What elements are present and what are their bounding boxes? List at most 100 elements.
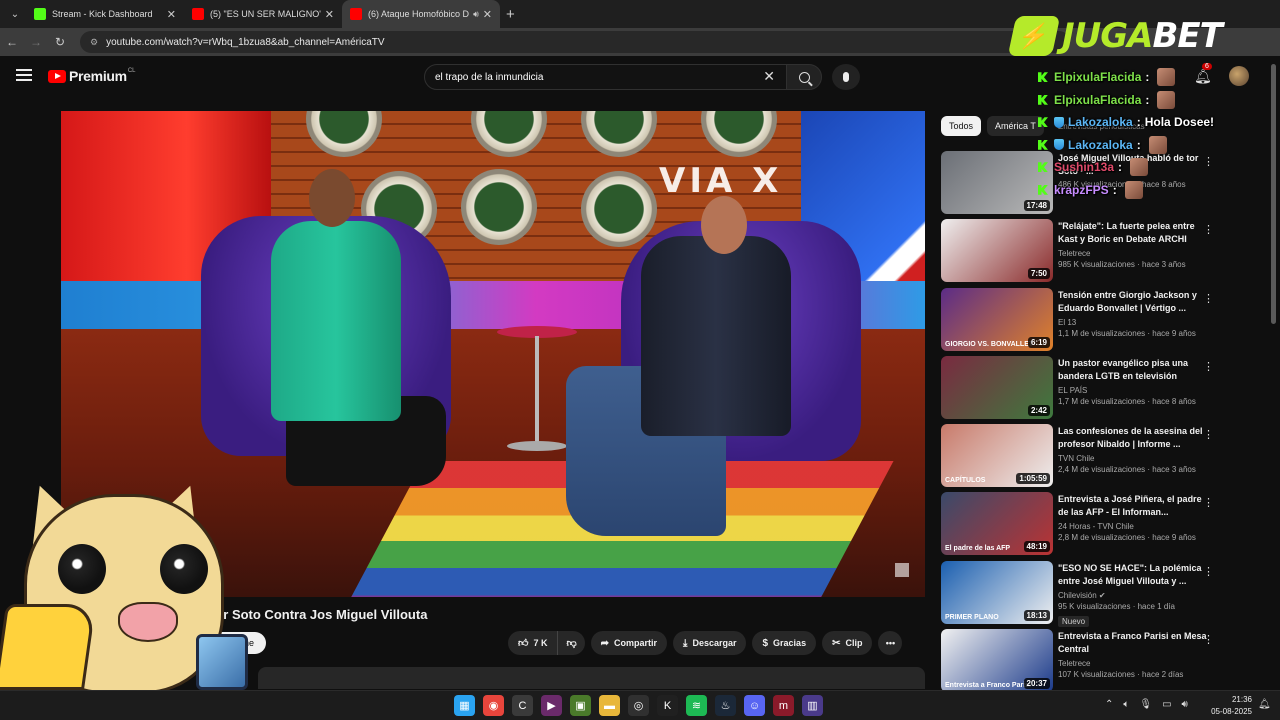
channel-name[interactable]: Teletrece bbox=[1058, 659, 1208, 668]
taskbar-video-editor-icon[interactable]: ▶ bbox=[541, 695, 562, 716]
channel-name[interactable]: TVN Chile bbox=[1058, 454, 1208, 463]
recommended-video[interactable]: El padre de las AFP 48:19 Entrevista a Jos… bbox=[941, 492, 1221, 560]
taskbar-file-explorer-icon[interactable]: ▬ bbox=[599, 695, 620, 716]
tab-close-icon[interactable]: ✕ bbox=[483, 8, 492, 21]
video-options-icon[interactable]: ⋮ bbox=[1203, 633, 1214, 646]
video-thumbnail[interactable]: GIORGIO VS. BONVALLET 6:19 bbox=[941, 287, 1053, 351]
video-options-icon[interactable]: ⋮ bbox=[1203, 360, 1214, 373]
video-thumbnail[interactable]: Entrevista a Franco Parisi 20:37 bbox=[941, 629, 1053, 693]
video-title[interactable]: Tensión entre Giorgio Jackson y Eduardo … bbox=[1058, 289, 1208, 315]
browser-tab[interactable]: (5) "ES UN SER MALIGNO": Vill ✕ bbox=[184, 0, 342, 28]
browser-tab[interactable]: Stream - Kick Dashboard ✕ bbox=[26, 0, 184, 28]
tray-network-icon[interactable]: ▭ bbox=[1162, 699, 1171, 710]
youtube-premium-logo[interactable]: Premium CL bbox=[48, 68, 135, 84]
tab-title: (6) Ataque Homofóbico Del bbox=[368, 9, 470, 19]
video-thumbnail[interactable]: PRIMER PLANO 18:13 bbox=[941, 560, 1053, 624]
reload-icon[interactable]: ↻ bbox=[48, 35, 72, 49]
tray-chevron-icon[interactable]: ⌃ bbox=[1105, 699, 1113, 710]
verified-check-icon: ✔ bbox=[1098, 590, 1106, 600]
clock-time: 21:36 bbox=[1231, 695, 1252, 704]
video-title[interactable]: Entrevista a Franco Parisi en Mesa Centr… bbox=[1058, 630, 1208, 656]
tab-close-icon[interactable]: ✕ bbox=[325, 8, 334, 21]
search-button[interactable] bbox=[786, 64, 822, 90]
clear-search-icon[interactable]: ✕ bbox=[763, 68, 775, 85]
tab-close-icon[interactable]: ✕ bbox=[167, 8, 176, 21]
thanks-button[interactable]: $ Gracias bbox=[752, 631, 817, 655]
site-info-icon[interactable]: ⚙ bbox=[90, 37, 98, 48]
chat-separator: : bbox=[1136, 137, 1141, 152]
channel-name[interactable]: EL PAÍS bbox=[1058, 386, 1208, 395]
new-badge: Nuevo bbox=[1058, 615, 1090, 627]
taskbar-app-purple-icon[interactable]: ▥ bbox=[802, 695, 823, 716]
video-options-icon[interactable]: ⋮ bbox=[1203, 565, 1214, 578]
taskbar-steam-icon[interactable]: ♨ bbox=[715, 695, 736, 716]
taskbar-chrome-icon[interactable]: ◉ bbox=[483, 695, 504, 716]
forward-arrow-icon[interactable]: → bbox=[24, 35, 48, 49]
more-dots-icon: ••• bbox=[885, 638, 896, 648]
tray-audio-icon[interactable]: 🔈︎ bbox=[1123, 699, 1129, 710]
video-thumbnail[interactable]: 7:50 bbox=[941, 219, 1053, 283]
browser-tab[interactable]: (6) Ataque Homofóbico Del 🔊︎ ✕ bbox=[342, 0, 500, 28]
taskbar-discord-icon[interactable]: ☺ bbox=[744, 695, 765, 716]
video-options-icon[interactable]: ⋮ bbox=[1203, 496, 1214, 509]
video-title[interactable]: "ESO NO SE HACE": La polémica entre José… bbox=[1058, 562, 1208, 588]
video-thumbnail[interactable]: CAPÍTULOS 1:05:59 bbox=[941, 424, 1053, 488]
back-arrow-icon[interactable]: ← bbox=[0, 35, 24, 49]
video-stats: 1,7 M de visualizaciones · hace 8 años bbox=[1058, 396, 1196, 406]
channel-name[interactable]: 24 Horas - TVN Chile bbox=[1058, 522, 1208, 531]
wall-medal bbox=[461, 169, 537, 245]
video-meta: "ESO NO SE HACE": La polémica entre José… bbox=[1058, 562, 1208, 629]
recommended-video[interactable]: PRIMER PLANO 18:13 "ESO NO SE HACE": La po… bbox=[941, 560, 1221, 629]
video-options-icon[interactable]: ⋮ bbox=[1203, 292, 1214, 305]
url-field[interactable]: ⚙ youtube.com/watch?v=rWbq_1bzua8&ab_cha… bbox=[80, 31, 1070, 53]
video-title[interactable]: Un pastor evangélico pisa una bandera LG… bbox=[1058, 357, 1208, 383]
chip-america-tv[interactable]: América T bbox=[987, 116, 1044, 136]
video-options-icon[interactable]: ⋮ bbox=[1203, 428, 1214, 441]
chip-all[interactable]: Todos bbox=[941, 116, 982, 136]
video-title[interactable]: Entrevista a José Piñera, el padre de la… bbox=[1058, 493, 1208, 519]
taskbar-app-red-icon[interactable]: m bbox=[773, 695, 794, 716]
tab-audio-icon[interactable]: 🔊︎ bbox=[473, 9, 479, 20]
like-button[interactable]: 👍︎ 7 K bbox=[508, 631, 559, 655]
download-button[interactable]: ⤓ Descargar bbox=[673, 631, 747, 655]
tray-volume-icon[interactable]: 🔊︎ bbox=[1182, 699, 1188, 710]
channel-name[interactable]: Chilevisión ✔ bbox=[1058, 591, 1208, 600]
tab-search-chevron-icon[interactable]: ⌄ bbox=[4, 4, 26, 24]
recommended-video[interactable]: Entrevista a Franco Parisi 20:37 Entrevist… bbox=[941, 629, 1221, 697]
description-box[interactable] bbox=[258, 667, 925, 689]
recommended-video[interactable]: 2:42 Un pastor evangélico pisa una bander… bbox=[941, 355, 1221, 424]
taskbar-kick-icon[interactable]: K bbox=[657, 695, 678, 716]
channel-name[interactable]: El 13 bbox=[1058, 318, 1208, 327]
recommended-video[interactable]: CAPÍTULOS 1:05:59 Las confesiones de la as… bbox=[941, 424, 1221, 492]
share-button[interactable]: ➦ Compartir bbox=[590, 631, 668, 655]
tray-mic-icon[interactable]: 🎙︎ bbox=[1139, 699, 1152, 710]
taskbar-windows-start-icon[interactable]: ▦ bbox=[454, 695, 475, 716]
taskbar-minecraft-icon[interactable]: ▣ bbox=[570, 695, 591, 716]
channel-name[interactable]: Teletrece bbox=[1058, 249, 1208, 258]
taskbar-ccleaner-icon[interactable]: C bbox=[512, 695, 533, 716]
taskbar-clock[interactable]: 21:36 05-08-2025 bbox=[1206, 694, 1252, 718]
taskbar-spotify-icon[interactable]: ≋ bbox=[686, 695, 707, 716]
search-input[interactable]: el trapo de la inmundicia ✕ bbox=[424, 64, 788, 90]
dislike-button[interactable]: 👎︎ bbox=[558, 631, 585, 655]
video-options-icon[interactable]: ⋮ bbox=[1203, 223, 1214, 236]
video-title[interactable]: Las confesiones de la asesina del profes… bbox=[1058, 425, 1208, 451]
channel-name-text: El 13 bbox=[1058, 317, 1077, 327]
video-meta: Entrevista a Franco Parisi en Mesa Centr… bbox=[1058, 630, 1208, 679]
video-title[interactable]: "Relájate": La fuerte pelea entre Kast y… bbox=[1058, 220, 1208, 246]
recommended-video[interactable]: 7:50 "Relájate": La fuerte pelea entre Ka… bbox=[941, 219, 1221, 287]
video-thumbnail[interactable]: El padre de las AFP 48:19 bbox=[941, 492, 1053, 556]
taskbar-obs-icon[interactable]: ◎ bbox=[628, 695, 649, 716]
country-code: CL bbox=[127, 68, 136, 74]
recommended-video[interactable]: GIORGIO VS. BONVALLET 6:19 Tensión entre G… bbox=[941, 287, 1221, 356]
video-thumbnail[interactable]: 2:42 bbox=[941, 355, 1053, 419]
more-actions-button[interactable]: ••• bbox=[878, 631, 903, 655]
clip-button[interactable]: ✂ Clip bbox=[822, 631, 873, 655]
menu-icon[interactable] bbox=[16, 69, 32, 81]
voice-search-button[interactable] bbox=[832, 64, 860, 90]
channel-branding-icon[interactable] bbox=[895, 563, 909, 577]
new-tab-button[interactable]: + bbox=[506, 6, 515, 23]
notification-center-icon[interactable]: 🔔︎ bbox=[1258, 699, 1271, 710]
video-thumbnail[interactable]: 17:48 bbox=[941, 151, 1053, 214]
chat-message: Sushin13a: bbox=[1038, 156, 1278, 179]
